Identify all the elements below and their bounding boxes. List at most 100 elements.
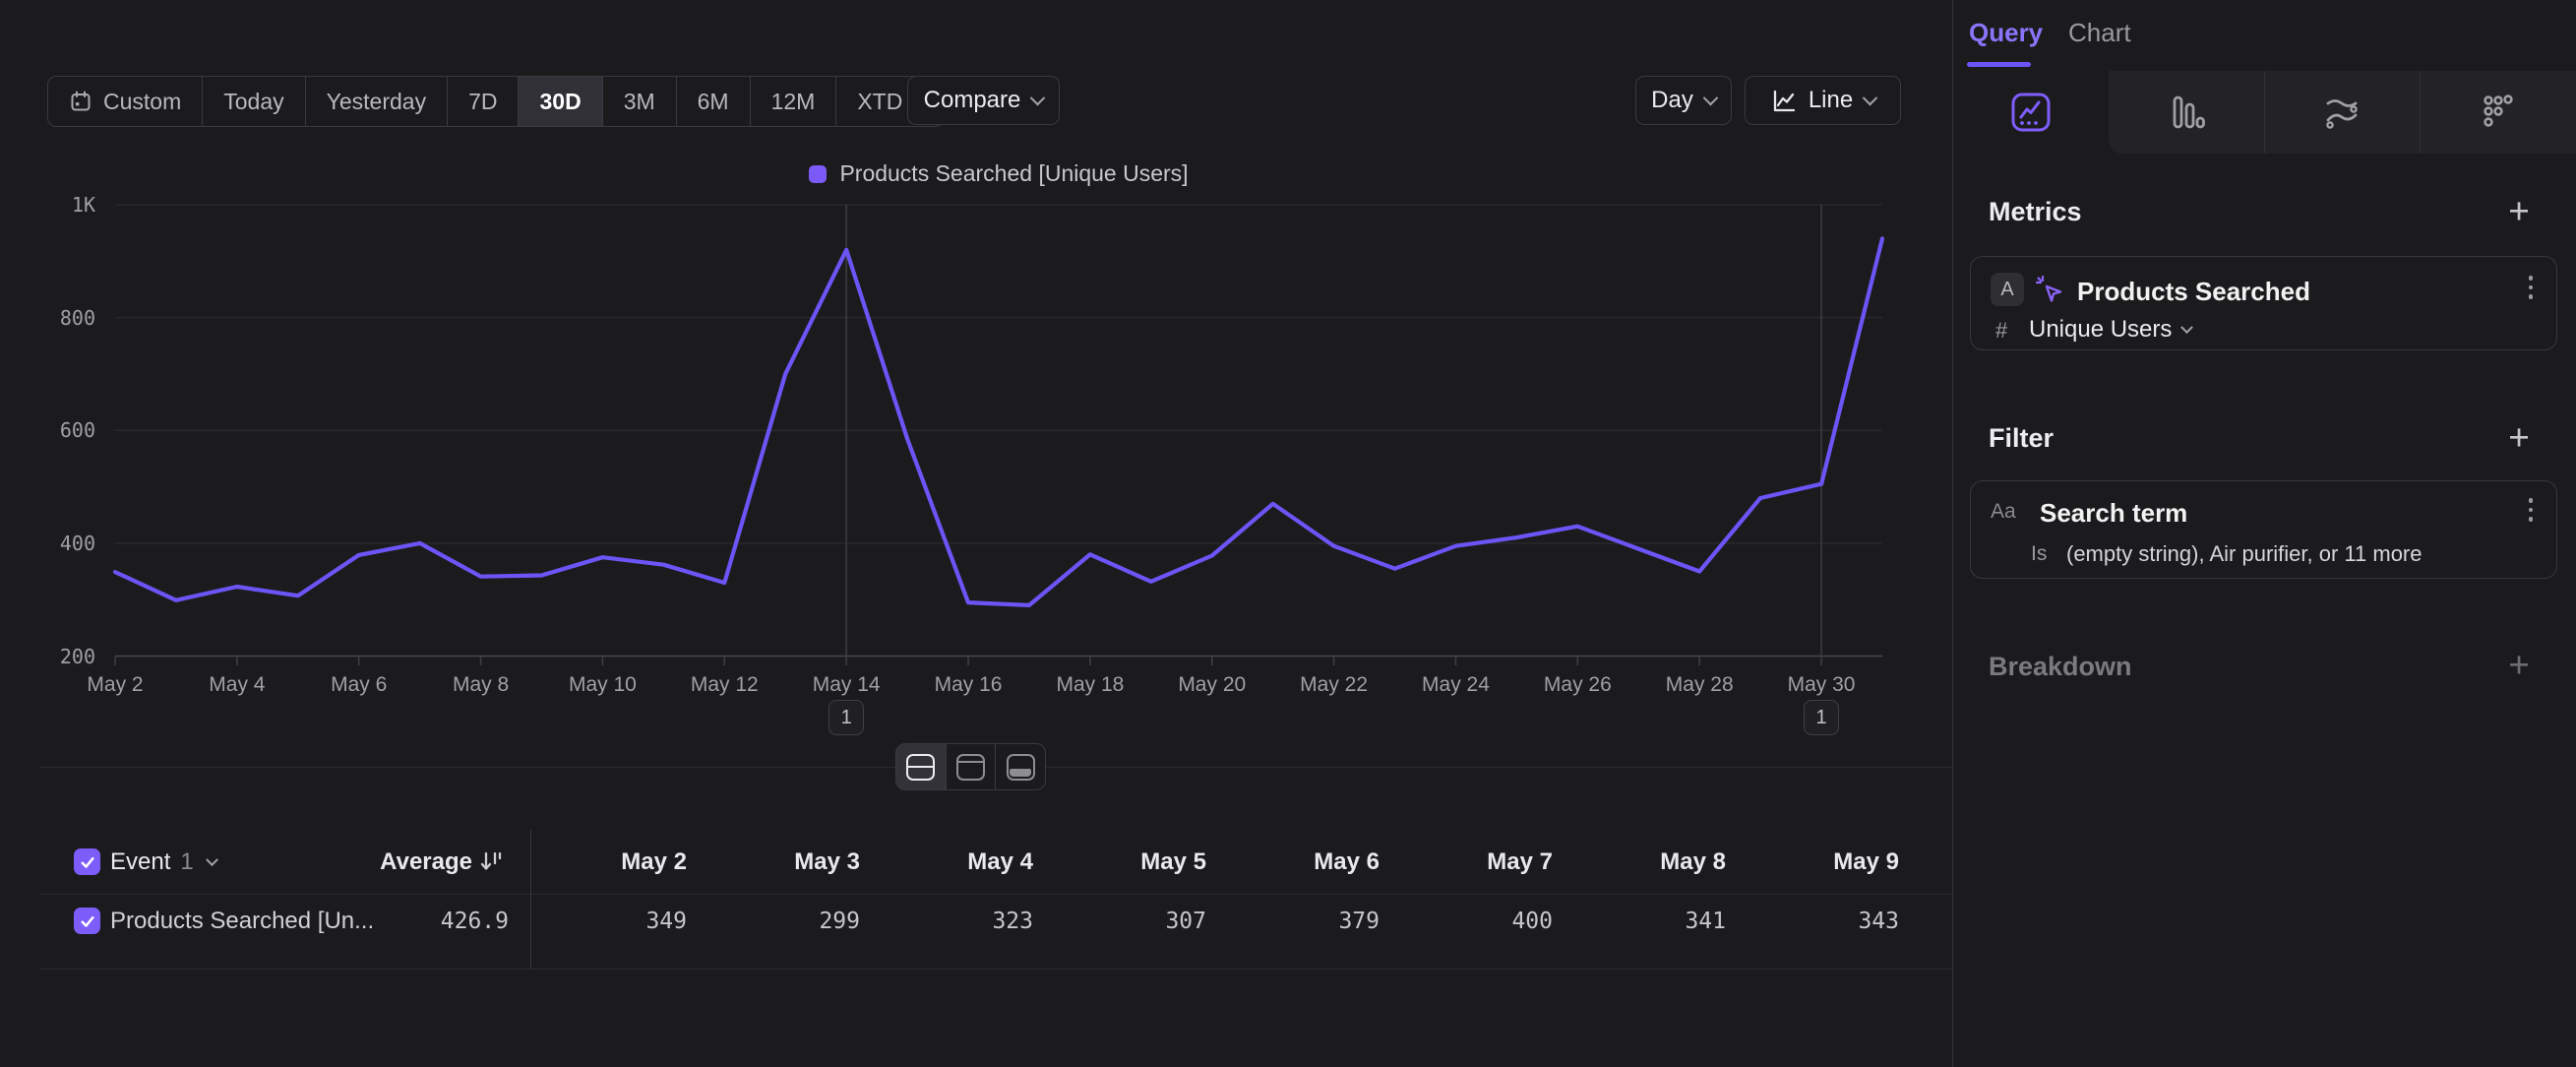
range-30d[interactable]: 30D [518, 77, 601, 126]
x-axis-label: May 28 [1635, 673, 1763, 697]
metrics-heading: Metrics [1989, 197, 2082, 227]
table-column-header[interactable]: May 4 [878, 848, 1051, 876]
x-axis-label: May 4 [173, 673, 301, 697]
table-cell-value: 323 [878, 909, 1051, 934]
chevron-down-icon [206, 853, 218, 866]
filter-heading: Filter [1989, 423, 2054, 454]
event-select-all-checkbox[interactable] [74, 848, 100, 875]
range-label: 7D [468, 89, 497, 115]
layout-table-only-button[interactable] [995, 744, 1045, 789]
chart-type-bar[interactable] [2109, 71, 2264, 154]
chart-type-button[interactable]: Line [1745, 76, 1901, 125]
range-label: 30D [539, 89, 581, 115]
aggregation-selector[interactable]: Unique Users [2029, 316, 2191, 344]
x-axis-label: May 2 [51, 673, 179, 697]
chart-type-flow[interactable] [2264, 71, 2421, 154]
table-column-header[interactable]: May 2 [531, 848, 705, 876]
chart-type-line-selected[interactable] [1953, 71, 2109, 154]
range-today[interactable]: Today [202, 77, 304, 126]
range-6m[interactable]: 6M [676, 77, 750, 126]
layout-split-button[interactable] [896, 744, 946, 789]
chart-type-metrics[interactable] [2420, 71, 2576, 154]
range-label: Yesterday [327, 89, 426, 115]
table-column-header[interactable]: May 8 [1570, 848, 1744, 876]
check-icon [79, 912, 96, 930]
filter-operator[interactable]: Is [2031, 542, 2047, 566]
range-label: XTD [857, 89, 902, 115]
table-column-header[interactable]: May 7 [1397, 848, 1570, 876]
check-icon [79, 853, 96, 871]
property-type-badge: Aa [1991, 500, 2016, 524]
table-column-header[interactable]: May 6 [1224, 848, 1397, 876]
x-axis-label: May 24 [1391, 673, 1519, 697]
x-axis-label: May 26 [1513, 673, 1641, 697]
table-row-values: 349299323307379400341343 [531, 909, 1917, 934]
table-cell-value: 379 [1224, 909, 1397, 934]
granularity-label: Day [1651, 87, 1693, 114]
table-header-divider [39, 894, 1952, 895]
tab-chart[interactable]: Chart [2068, 18, 2131, 48]
event-cursor-icon [2034, 274, 2065, 305]
metric-name[interactable]: Products Searched [2077, 277, 2310, 307]
event-row-checkbox[interactable] [74, 908, 100, 934]
series-line [115, 238, 1882, 605]
metric-card[interactable]: A Products Searched # Unique Users [1970, 256, 2557, 350]
layout-chart-only-button[interactable] [946, 744, 996, 789]
y-axis-label: 600 [27, 418, 95, 442]
date-range-control: CustomToday Yesterday 7D 30D 3M 6M 12M XTD [47, 76, 944, 127]
calendar-icon [69, 90, 92, 113]
line-chart-icon [2009, 91, 2053, 134]
table-cell-value: 307 [1051, 909, 1224, 934]
chevron-down-icon [1030, 90, 1046, 105]
granularity-button[interactable]: Day [1635, 76, 1732, 125]
event-header[interactable]: Event 1 [110, 848, 216, 876]
tab-query[interactable]: Query [1969, 18, 2043, 48]
table-cell-value: 349 [531, 909, 705, 934]
range-12m[interactable]: 12M [750, 77, 836, 126]
filter-card[interactable]: Aa Search term Is (empty string), Air pu… [1970, 480, 2557, 579]
table-cell-value: 299 [705, 909, 878, 934]
table-column-header[interactable]: May 5 [1051, 848, 1224, 876]
metric-letter-badge: A [1991, 273, 2024, 306]
range-3m[interactable]: 3M [602, 77, 676, 126]
line-chart-icon [1770, 88, 1797, 114]
x-axis-label: May 12 [660, 673, 788, 697]
annotation-badge[interactable]: 1 [828, 700, 864, 735]
compare-button[interactable]: Compare [907, 76, 1060, 125]
chevron-down-icon [1703, 90, 1719, 105]
chart-legend: Products Searched [Unique Users] [115, 160, 1882, 187]
sort-descending-icon[interactable] [478, 848, 504, 874]
filter-property[interactable]: Search term [2040, 498, 2187, 529]
x-axis-label: May 18 [1026, 673, 1154, 697]
range-label: 12M [771, 89, 816, 115]
y-axis-label: 800 [27, 306, 95, 330]
average-column-header[interactable]: Average [236, 848, 472, 876]
bar-chart-icon [2165, 91, 2208, 134]
metric-menu-button[interactable] [2529, 276, 2534, 299]
insights-report: CustomToday Yesterday 7D 30D 3M 6M 12M XTD Comp… [0, 0, 2576, 1067]
table-column-header[interactable]: May 3 [705, 848, 878, 876]
filter-menu-button[interactable] [2529, 498, 2534, 522]
range-7d[interactable]: 7D [447, 77, 518, 126]
chart-view-icon [956, 754, 985, 781]
x-axis-label: May 10 [538, 673, 666, 697]
annotation-badge[interactable]: 1 [1804, 700, 1839, 735]
range-yesterday[interactable]: Yesterday [305, 77, 447, 126]
table-row-divider [39, 969, 1952, 970]
range-label: 3M [624, 89, 655, 115]
x-axis-label: May 16 [904, 673, 1032, 697]
table-column-header[interactable]: May 9 [1744, 848, 1917, 876]
table-view-icon [1007, 754, 1035, 781]
add-filter-button[interactable]: + [2499, 421, 2539, 455]
chart-type-label: Line [1809, 87, 1853, 114]
breakdown-heading: Breakdown [1989, 652, 2132, 682]
aggregation-symbol: # [1995, 318, 2007, 344]
add-breakdown-button[interactable]: + [2499, 649, 2539, 682]
filter-value[interactable]: (empty string), Air purifier, or 11 more [2066, 541, 2423, 567]
split-view-icon [906, 754, 935, 781]
range-custom[interactable]: Custom [48, 77, 202, 126]
panel-divider [1952, 0, 1953, 1067]
add-metric-button[interactable]: + [2499, 195, 2539, 228]
table-cell-value: 341 [1570, 909, 1744, 934]
aggregation-label: Unique Users [2029, 316, 2172, 344]
